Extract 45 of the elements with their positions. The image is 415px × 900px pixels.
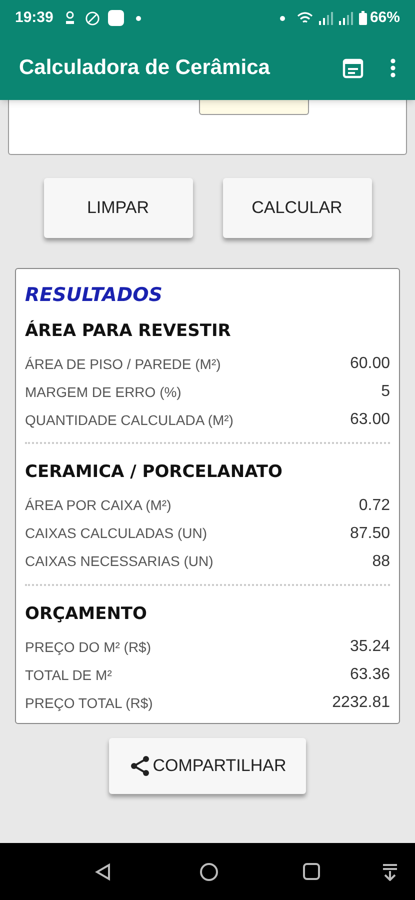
- dot-icon: [136, 16, 142, 20]
- back-icon[interactable]: [94, 862, 112, 880]
- section-heading: CERAMICA / PORCELANATO: [25, 461, 284, 484]
- results-title: RESULTADOS: [25, 283, 164, 308]
- data-saver-icon: [85, 10, 100, 26]
- wifi-icon: [296, 11, 313, 25]
- result-value: 5: [381, 382, 390, 402]
- price-field[interactable]: [199, 100, 309, 115]
- result-value: 60.00: [350, 354, 390, 374]
- app-title: Calculadora de Cerâmica: [19, 55, 271, 82]
- result-value: 0.72: [358, 496, 390, 516]
- result-value: 63.36: [350, 665, 390, 685]
- signal-icon: [316, 11, 335, 25]
- share-icon: [128, 755, 151, 777]
- battery-icon: [358, 11, 367, 25]
- battery-level: 66%: [370, 8, 400, 28]
- location-icon: [65, 11, 76, 25]
- result-value: 35.24: [350, 637, 390, 657]
- recents-icon[interactable]: [303, 863, 320, 880]
- app-icon: [108, 10, 124, 26]
- result-label: MARGEM DE ERRO (%): [25, 382, 182, 402]
- result-label: PREÇO DO M² (R$): [25, 638, 151, 657]
- status-time: 19:39: [15, 8, 54, 28]
- result-label: ÁREA POR CAIXA (M²): [25, 496, 172, 515]
- result-value: 87.50: [350, 524, 390, 544]
- result-label: PREÇO TOTAL (R$): [25, 694, 153, 713]
- signal-icon: [336, 11, 355, 25]
- result-label: CAIXAS CALCULADAS (UN): [25, 524, 208, 543]
- section-heading: ÁREA PARA REVESTIR: [25, 319, 232, 342]
- result-value: 2232.81: [332, 693, 390, 713]
- result-label: ÁREA DE PISO / PAREDE (M²): [25, 354, 221, 374]
- more-menu-icon[interactable]: [390, 58, 396, 78]
- result-label: QUANTIDADE CALCULADA (M²): [25, 410, 234, 430]
- share-button[interactable]: COMPARTILHAR: [109, 738, 306, 794]
- result-label: TOTAL DE M²: [25, 666, 112, 684]
- result-value: 88: [372, 552, 390, 572]
- keyboard-hide-icon[interactable]: [382, 862, 398, 880]
- home-icon[interactable]: [199, 862, 219, 882]
- action-button[interactable]: LIMPAR: [44, 178, 192, 238]
- result-value: 63.00: [350, 410, 390, 430]
- calendar-icon[interactable]: [342, 57, 364, 79]
- section-heading: ORÇAMENTO: [25, 602, 148, 626]
- dot-icon: [280, 16, 285, 20]
- result-label: CAIXAS NECESSARIAS (UN): [25, 552, 214, 571]
- action-button[interactable]: CALCULAR: [222, 178, 372, 238]
